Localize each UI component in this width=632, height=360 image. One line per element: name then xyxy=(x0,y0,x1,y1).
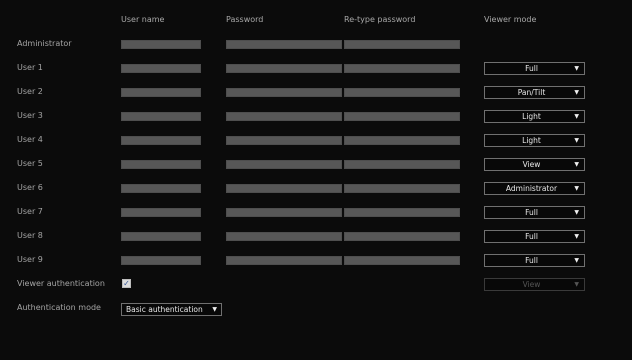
user-8-viewer-mode-value: Full xyxy=(525,232,538,241)
chevron-down-icon: ▼ xyxy=(574,113,579,120)
viewer-authentication-viewer-mode-select: View ▼ xyxy=(484,278,585,291)
user-6-retype-password-input[interactable] xyxy=(344,184,460,193)
user-5-password-input[interactable] xyxy=(226,160,342,169)
user-5-retype-password-input[interactable] xyxy=(344,160,460,169)
user-1-viewer-mode-value: Full xyxy=(525,64,538,73)
user-1-retype-password-input[interactable] xyxy=(344,64,460,73)
user-4-username-input[interactable] xyxy=(121,136,201,145)
user-7-password-input[interactable] xyxy=(226,208,342,217)
user-2-password-input[interactable] xyxy=(226,88,342,97)
user-8-retype-password-input[interactable] xyxy=(344,232,460,241)
user-4-viewer-mode-value: Light xyxy=(522,136,541,145)
user-7-viewer-mode-select[interactable]: Full ▼ xyxy=(484,206,585,219)
user-9-retype-password-input[interactable] xyxy=(344,256,460,265)
user-6-viewer-mode-value: Administrator xyxy=(505,184,558,193)
user-4-viewer-mode-select[interactable]: Light ▼ xyxy=(484,134,585,147)
authentication-mode-label: Authentication mode xyxy=(17,303,101,312)
user-5-viewer-mode-value: View xyxy=(522,160,541,169)
row-label-user-5: User 5 xyxy=(17,159,43,168)
row-label-user-9: User 9 xyxy=(17,255,43,264)
user-9-viewer-mode-select[interactable]: Full ▼ xyxy=(484,254,585,267)
user-4-password-input[interactable] xyxy=(226,136,342,145)
chevron-down-icon: ▼ xyxy=(574,185,579,192)
row-label-administrator: Administrator xyxy=(17,39,72,48)
user-1-password-input[interactable] xyxy=(226,64,342,73)
user-5-username-input[interactable] xyxy=(121,160,201,169)
viewer-authentication-label: Viewer authentication xyxy=(17,279,105,288)
administrator-username-input[interactable] xyxy=(121,40,201,49)
user-3-retype-password-input[interactable] xyxy=(344,112,460,121)
user-1-username-input[interactable] xyxy=(121,64,201,73)
header-user-name: User name xyxy=(121,15,165,24)
chevron-down-icon: ▼ xyxy=(574,65,579,72)
row-label-user-1: User 1 xyxy=(17,63,43,72)
user-8-username-input[interactable] xyxy=(121,232,201,241)
user-7-viewer-mode-value: Full xyxy=(525,208,538,217)
user-3-viewer-mode-select[interactable]: Light ▼ xyxy=(484,110,585,123)
row-label-user-6: User 6 xyxy=(17,183,43,192)
user-3-password-input[interactable] xyxy=(226,112,342,121)
user-9-viewer-mode-value: Full xyxy=(525,256,538,265)
row-label-user-3: User 3 xyxy=(17,111,43,120)
viewer-authentication-viewer-mode-value: View xyxy=(522,280,541,289)
user-2-retype-password-input[interactable] xyxy=(344,88,460,97)
row-label-user-4: User 4 xyxy=(17,135,43,144)
viewer-authentication-checkbox[interactable]: ✓ xyxy=(122,279,131,288)
user-5-viewer-mode-select[interactable]: View ▼ xyxy=(484,158,585,171)
user-8-password-input[interactable] xyxy=(226,232,342,241)
header-retype-password: Re-type password xyxy=(344,15,416,24)
administrator-retype-password-input[interactable] xyxy=(344,40,460,49)
user-3-username-input[interactable] xyxy=(121,112,201,121)
user-6-password-input[interactable] xyxy=(226,184,342,193)
header-viewer-mode: Viewer mode xyxy=(484,15,537,24)
user-4-retype-password-input[interactable] xyxy=(344,136,460,145)
user-2-viewer-mode-value: Pan/Tilt xyxy=(517,88,546,97)
user-1-viewer-mode-select[interactable]: Full ▼ xyxy=(484,62,585,75)
row-label-user-7: User 7 xyxy=(17,207,43,216)
row-label-user-2: User 2 xyxy=(17,87,43,96)
chevron-down-icon: ▼ xyxy=(574,137,579,144)
user-7-username-input[interactable] xyxy=(121,208,201,217)
header-password: Password xyxy=(226,15,264,24)
administrator-password-input[interactable] xyxy=(226,40,342,49)
user-3-viewer-mode-value: Light xyxy=(522,112,541,121)
user-9-password-input[interactable] xyxy=(226,256,342,265)
user-2-username-input[interactable] xyxy=(121,88,201,97)
user-7-retype-password-input[interactable] xyxy=(344,208,460,217)
chevron-down-icon: ▼ xyxy=(574,257,579,264)
user-9-username-input[interactable] xyxy=(121,256,201,265)
user-8-viewer-mode-select[interactable]: Full ▼ xyxy=(484,230,585,243)
authentication-mode-value: Basic authentication xyxy=(126,305,203,314)
chevron-down-icon: ▼ xyxy=(574,281,579,288)
authentication-mode-select[interactable]: Basic authentication ▼ xyxy=(121,303,222,316)
chevron-down-icon: ▼ xyxy=(574,233,579,240)
user-6-viewer-mode-select[interactable]: Administrator ▼ xyxy=(484,182,585,195)
chevron-down-icon: ▼ xyxy=(212,306,217,313)
row-label-user-8: User 8 xyxy=(17,231,43,240)
chevron-down-icon: ▼ xyxy=(574,89,579,96)
chevron-down-icon: ▼ xyxy=(574,209,579,216)
user-2-viewer-mode-select[interactable]: Pan/Tilt ▼ xyxy=(484,86,585,99)
user-6-username-input[interactable] xyxy=(121,184,201,193)
check-icon: ✓ xyxy=(123,279,130,288)
chevron-down-icon: ▼ xyxy=(574,161,579,168)
